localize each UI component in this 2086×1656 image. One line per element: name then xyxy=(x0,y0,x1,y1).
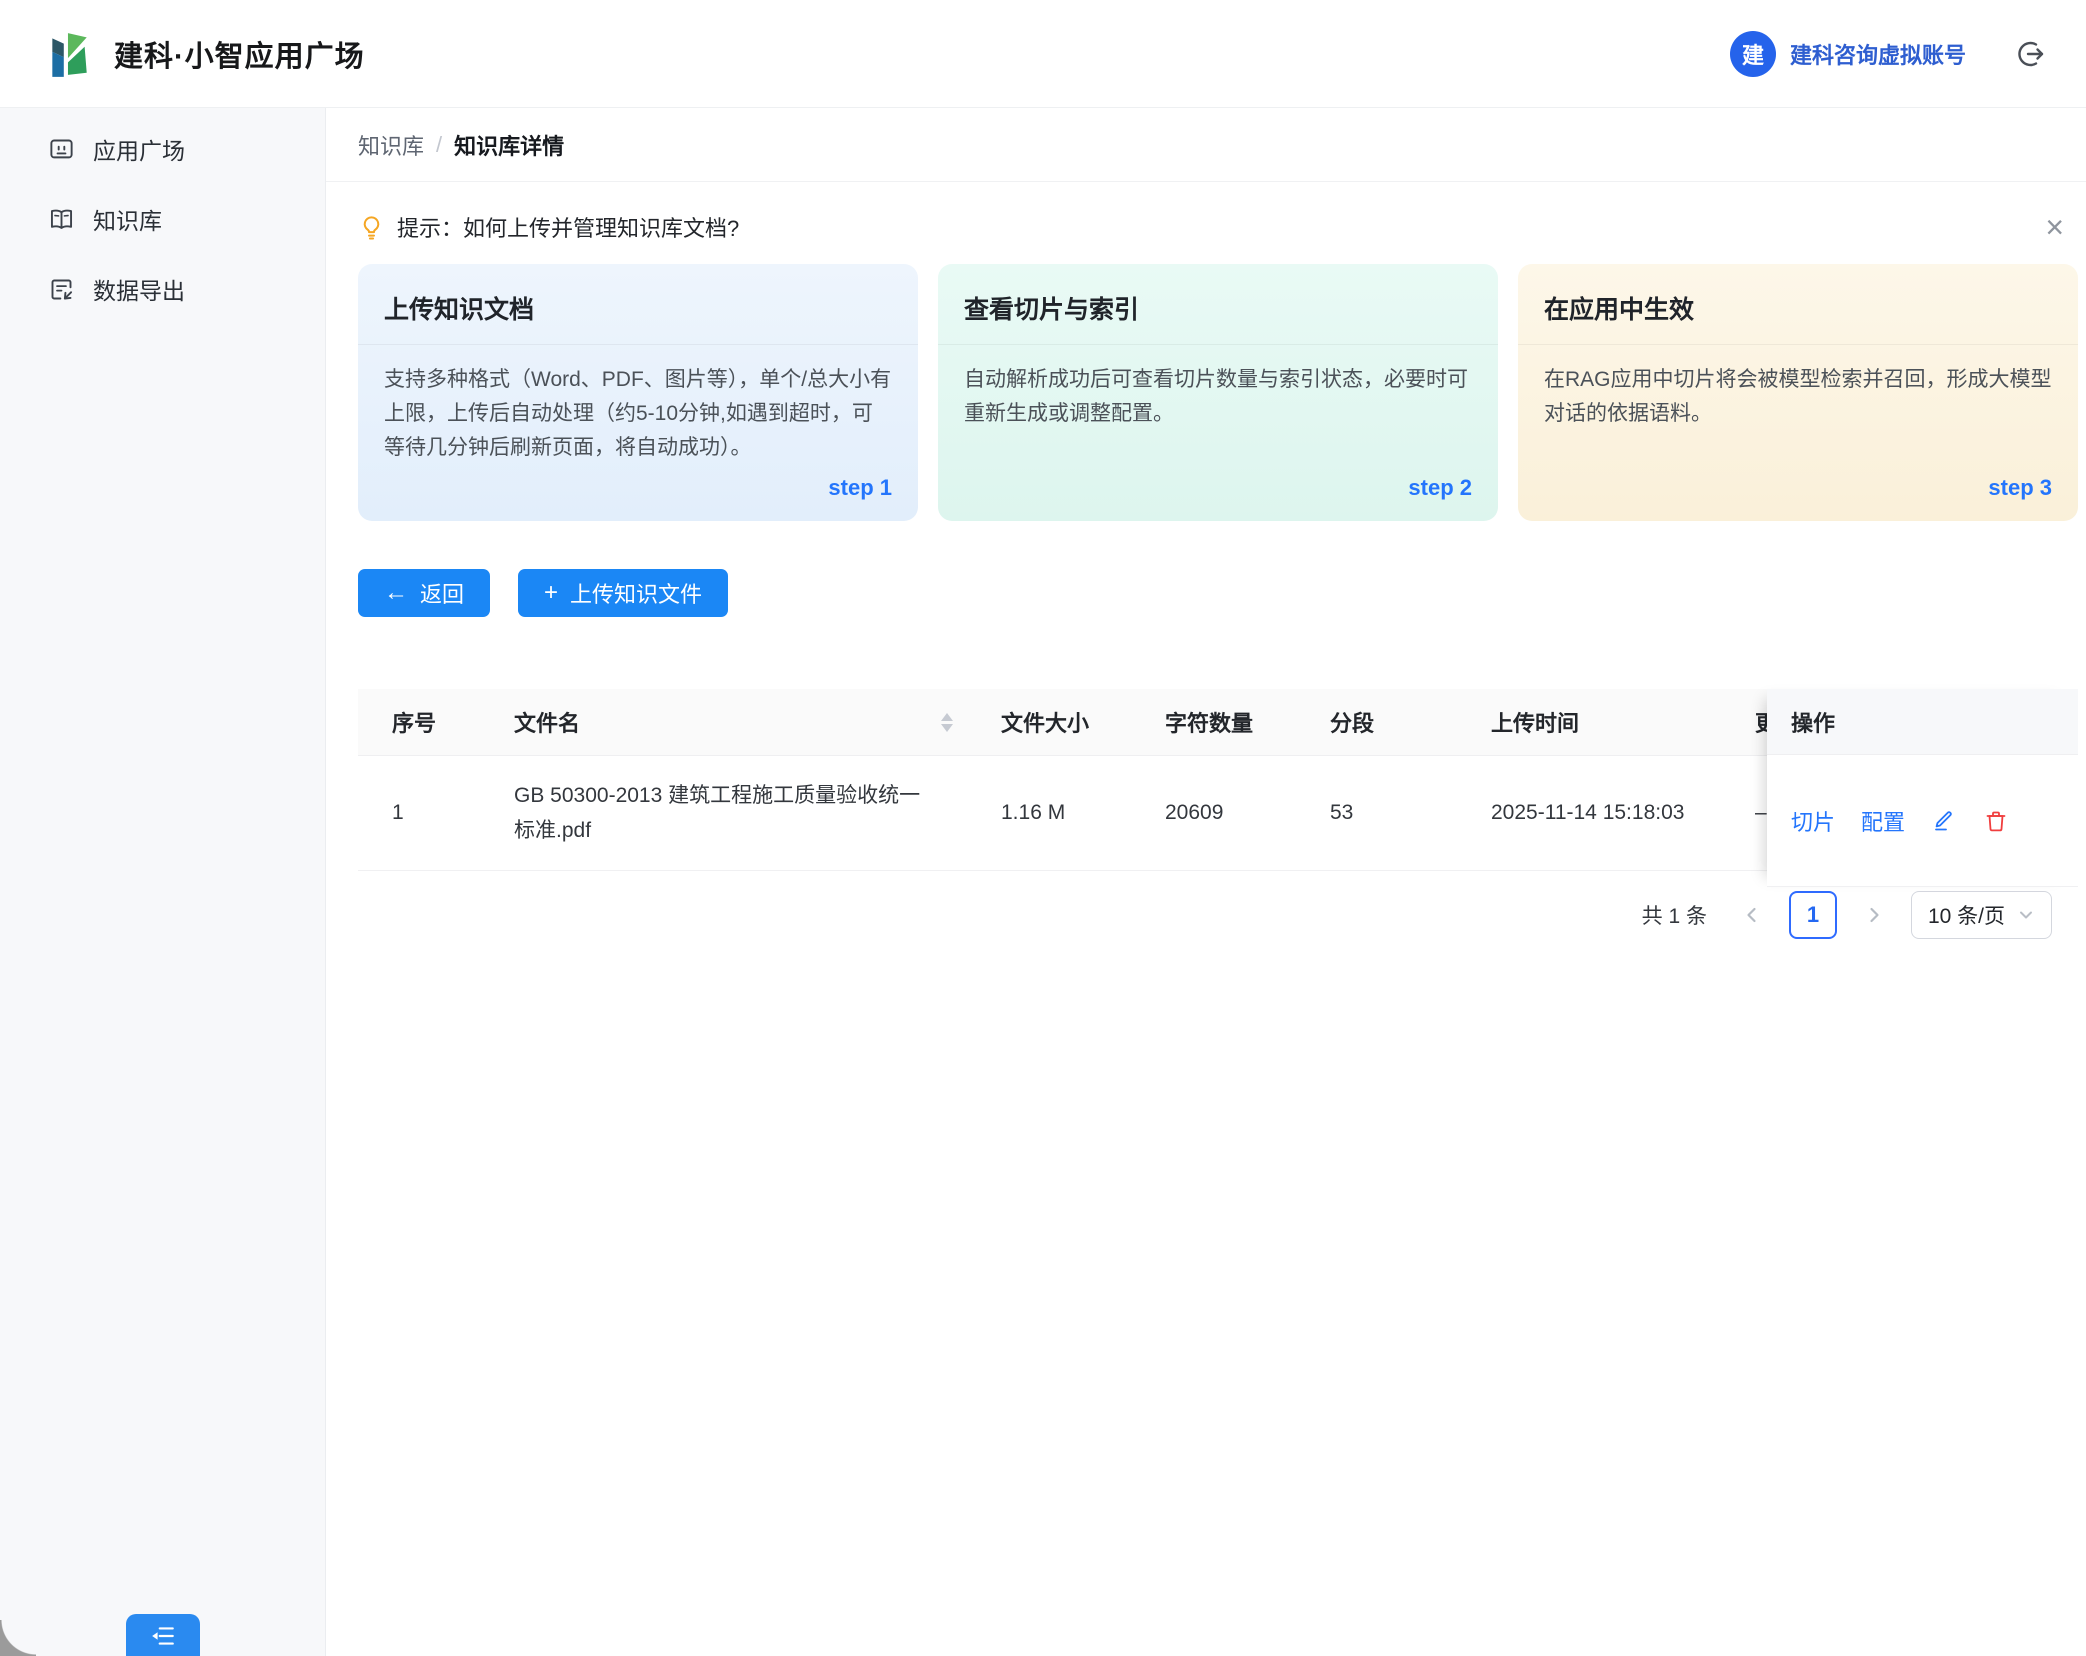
page-size-select[interactable]: 10 条/页 xyxy=(1911,891,2052,939)
step-badge: step 1 xyxy=(384,465,892,501)
operations-pinned-column: 操作 切片 配置 xyxy=(1767,689,2078,887)
sort-icon[interactable] xyxy=(941,713,953,732)
breadcrumb-separator: / xyxy=(436,132,442,158)
close-icon[interactable]: × xyxy=(2045,211,2064,243)
top-header: 建科·小智应用广场 建 建科咨询虚拟账号 xyxy=(0,0,2086,108)
step-card-apply: 在应用中生效 在RAG应用中切片将会被模型检索并召回，形成大模型对话的依据语料。… xyxy=(1518,264,2078,521)
menu-fold-icon xyxy=(150,1623,176,1649)
column-header-upload-time: 上传时间 xyxy=(1457,689,1721,755)
column-header-index: 序号 xyxy=(358,689,480,755)
sort-asc-icon xyxy=(941,713,953,721)
sidebar-item-label: 知识库 xyxy=(93,202,162,236)
lightbulb-icon xyxy=(358,214,385,241)
column-header-filename[interactable]: 文件名 xyxy=(480,689,967,755)
column-header-operations: 操作 xyxy=(1767,689,2078,755)
step-card-upload: 上传知识文档 支持多种格式（Word、PDF、图片等），单个/总大小有上限，上传… xyxy=(358,264,918,521)
back-button[interactable]: ← 返回 xyxy=(358,569,490,617)
config-link[interactable]: 配置 xyxy=(1861,805,1905,837)
cell-chars: 20609 xyxy=(1131,756,1296,870)
app-window: 建科·小智应用广场 建 建科咨询虚拟账号 应用广场 xyxy=(0,0,2086,1656)
knowledge-base-icon xyxy=(48,206,75,233)
upload-button-label: 上传知识文件 xyxy=(570,577,702,609)
card-body: 在RAG应用中切片将会被模型检索并召回，形成大模型对话的依据语料。 xyxy=(1544,363,2052,431)
card-title: 查看切片与索引 xyxy=(938,290,1498,345)
tip-title: 提示：如何上传并管理知识库文档? xyxy=(397,211,739,243)
chevron-right-icon xyxy=(1864,905,1884,925)
files-table: 序号 文件名 文件大小 字符数量 分段 上传时间 更新时间 xyxy=(358,689,2078,871)
sidebar-item-label: 应用广场 xyxy=(93,132,185,166)
cell-index: 1 xyxy=(358,756,480,870)
delete-icon[interactable] xyxy=(1983,808,2009,834)
column-header-label: 文件名 xyxy=(514,706,580,738)
cell-upload-time: 2025-11-14 15:18:03 xyxy=(1457,756,1721,870)
prev-page-button[interactable] xyxy=(1735,898,1769,932)
avatar[interactable]: 建 xyxy=(1730,31,1776,77)
chevron-left-icon xyxy=(1742,905,1762,925)
pagination: 共 1 条 1 10 条/页 xyxy=(358,891,2078,939)
sidebar: 应用广场 知识库 数据导出 xyxy=(0,108,326,1656)
data-export-icon xyxy=(48,276,75,303)
sidebar-item-app-plaza[interactable]: 应用广场 xyxy=(0,114,325,184)
column-header-segments: 分段 xyxy=(1296,689,1457,755)
app-plaza-icon xyxy=(48,136,75,163)
card-body: 自动解析成功后可查看切片数量与索引状态，必要时可重新生成或调整配置。 xyxy=(964,363,1472,431)
page-number-button[interactable]: 1 xyxy=(1789,891,1837,939)
pagination-total: 共 1 条 xyxy=(1642,900,1707,930)
step-badge: step 3 xyxy=(1544,465,2052,501)
sidebar-item-data-export[interactable]: 数据导出 xyxy=(0,254,325,324)
sidebar-item-knowledge-base[interactable]: 知识库 xyxy=(0,184,325,254)
edit-icon[interactable] xyxy=(1931,808,1957,834)
page-size-value: 10 条/页 xyxy=(1928,900,2005,930)
cell-segments: 53 xyxy=(1296,756,1457,870)
tip-banner-header: 提示：如何上传并管理知识库文档? × xyxy=(358,208,2078,246)
step-card-slices: 查看切片与索引 自动解析成功后可查看切片数量与索引状态，必要时可重新生成或调整配… xyxy=(938,264,1498,521)
breadcrumb-knowledge-base[interactable]: 知识库 xyxy=(358,129,424,161)
back-arrow-icon: ← xyxy=(384,581,408,605)
chevron-down-icon xyxy=(2017,906,2035,924)
breadcrumb-current: 知识库详情 xyxy=(454,129,564,161)
column-header-size: 文件大小 xyxy=(967,689,1131,755)
column-header-chars: 字符数量 xyxy=(1131,689,1296,755)
row-operations: 切片 配置 xyxy=(1767,755,2078,887)
step-badge: step 2 xyxy=(964,465,1472,501)
upload-knowledge-file-button[interactable]: + 上传知识文件 xyxy=(518,569,728,617)
toolbar: ← 返回 + 上传知识文件 xyxy=(358,569,2078,617)
card-body: 支持多种格式（Word、PDF、图片等），单个/总大小有上限，上传后自动处理（约… xyxy=(384,363,892,465)
card-title: 在应用中生效 xyxy=(1518,290,2078,345)
sidebar-item-label: 数据导出 xyxy=(93,272,185,306)
window-corner xyxy=(0,1620,36,1656)
breadcrumb: 知识库 / 知识库详情 xyxy=(326,108,2086,182)
plus-icon: + xyxy=(544,581,558,605)
step-cards: 上传知识文档 支持多种格式（Word、PDF、图片等），单个/总大小有上限，上传… xyxy=(358,264,2078,521)
sort-desc-icon xyxy=(941,724,953,732)
card-title: 上传知识文档 xyxy=(358,290,918,345)
next-page-button[interactable] xyxy=(1857,898,1891,932)
brand-logo-icon xyxy=(44,29,94,79)
sidebar-collapse-button[interactable] xyxy=(126,1614,200,1656)
slice-link[interactable]: 切片 xyxy=(1791,805,1835,837)
app-title: 建科·小智应用广场 xyxy=(114,33,365,75)
main-content: 知识库 / 知识库详情 提示：如何上传并管理知识库文档? × xyxy=(326,108,2086,1656)
cell-size: 1.16 M xyxy=(967,756,1131,870)
account-name[interactable]: 建科咨询虚拟账号 xyxy=(1790,38,1966,70)
logout-icon[interactable] xyxy=(2014,38,2046,70)
cell-filename: GB 50300-2013 建筑工程施工质量验收统一标准.pdf xyxy=(480,756,940,870)
back-button-label: 返回 xyxy=(420,577,464,609)
